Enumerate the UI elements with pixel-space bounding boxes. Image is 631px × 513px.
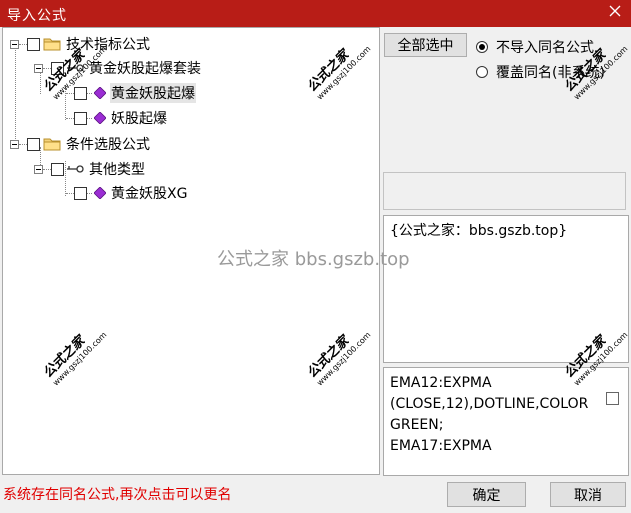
tree-checkbox[interactable] <box>74 186 87 200</box>
blank-panel <box>383 172 626 210</box>
window-title: 导入公式 <box>7 8 67 24</box>
formula-code: EMA12:EXPMA (CLOSE,12),DOTLINE,COLOR GRE… <box>390 375 589 454</box>
radio-label: 不导入同名公式 <box>496 40 594 56</box>
code-checkbox[interactable] <box>606 392 619 405</box>
radio-skip-duplicates[interactable]: 不导入同名公式 <box>476 37 594 57</box>
ok-button[interactable]: 确定 <box>447 482 526 507</box>
radio-button[interactable] <box>476 41 488 53</box>
tree-item-golden-demon-xg[interactable]: 黄金妖股XG <box>66 183 188 203</box>
close-icon[interactable] <box>608 4 622 18</box>
title-bar: 导入公式 <box>0 0 631 27</box>
diamond-icon <box>94 112 106 124</box>
tree-checkbox[interactable] <box>74 86 87 100</box>
diamond-icon <box>94 87 106 99</box>
collapse-toggle[interactable] <box>34 63 43 73</box>
tree-checkbox[interactable] <box>74 111 87 125</box>
tree-checkbox[interactable] <box>27 37 40 51</box>
tree-label: 黄金妖股起爆套装 <box>89 61 201 77</box>
status-message: 系统存在同名公式,再次点击可以更名 <box>3 487 232 503</box>
tree-node-stock-selection[interactable]: 条件选股公式 <box>10 134 151 154</box>
tree-node-other-types[interactable]: 其他类型 <box>34 159 146 179</box>
key-icon <box>67 165 84 173</box>
folder-icon <box>43 38 61 51</box>
tree-label: 黄金妖股XG <box>111 186 188 202</box>
collapse-toggle[interactable] <box>10 39 19 49</box>
radio-button[interactable] <box>476 66 488 78</box>
collapse-toggle[interactable] <box>10 139 19 149</box>
tree-label: 妖股起爆 <box>111 111 167 127</box>
code-panel[interactable]: EMA12:EXPMA (CLOSE,12),DOTLINE,COLOR GRE… <box>383 367 629 476</box>
collapse-toggle[interactable] <box>34 164 43 174</box>
select-all-button[interactable]: 全部选中 <box>384 33 467 57</box>
diamond-icon <box>94 187 106 199</box>
tree-checkbox[interactable] <box>51 162 64 176</box>
center-watermark: 公式之家 bbs.gszb.top <box>217 249 410 270</box>
tree-label: 其他类型 <box>89 162 145 178</box>
folder-icon <box>43 138 61 151</box>
tree-item-golden-demon-breakout[interactable]: 黄金妖股起爆 <box>66 83 196 103</box>
tree-label: 黄金妖股起爆 <box>110 83 196 103</box>
description-text: {公式之家：bbs.gszb.top} <box>390 223 568 239</box>
tree-checkbox[interactable] <box>27 137 40 151</box>
tree-item-demon-breakout[interactable]: 妖股起爆 <box>66 108 168 128</box>
cancel-button[interactable]: 取消 <box>550 482 626 507</box>
tree-label: 条件选股公式 <box>66 137 150 153</box>
